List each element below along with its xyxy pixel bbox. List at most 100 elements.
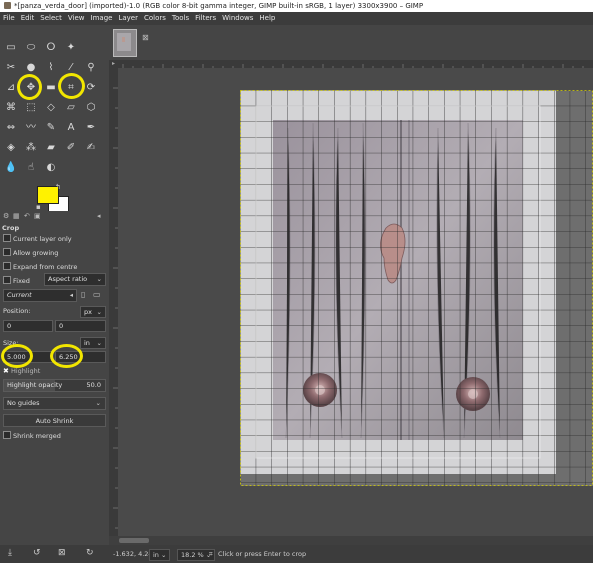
image-tab-thumbnail[interactable] (113, 29, 137, 57)
fixed-mode-select[interactable]: Aspect ratio ⌄ (44, 273, 106, 286)
position-x-input[interactable]: 0 (3, 320, 53, 332)
fixed-option[interactable]: Fixed (3, 276, 30, 285)
fixed-mode-value: Aspect ratio (48, 275, 88, 283)
align-icon[interactable]: ▬ (44, 81, 58, 95)
menu-file[interactable]: File (0, 12, 18, 25)
cage-icon[interactable]: ◇ (44, 101, 58, 115)
expand-from-centre-option[interactable]: Expand from centre (3, 262, 77, 271)
save-options-icon[interactable]: ⤓ (8, 548, 12, 558)
current-layer-only-label: Current layer only (13, 235, 72, 243)
tool-options-tab-icon[interactable]: ⚙ (3, 212, 9, 220)
close-tab-icon[interactable]: ⊠ (142, 33, 149, 42)
text-icon[interactable]: A (64, 121, 78, 135)
shrink-merged-option[interactable]: Shrink merged (3, 431, 61, 440)
current-layer-only-checkbox[interactable] (3, 234, 11, 242)
horizontal-scrollbar[interactable] (109, 536, 593, 545)
menu-tools[interactable]: Tools (169, 12, 192, 25)
clear-icon[interactable]: ◂ (70, 290, 73, 301)
device-status-tab-icon[interactable]: ▦ (13, 212, 20, 220)
paths-tool-icon[interactable]: ✎ (44, 121, 58, 135)
reset-options-icon[interactable]: ↻ (86, 548, 94, 558)
restore-options-icon[interactable]: ↺ (33, 548, 41, 558)
highlight-option[interactable]: ✖ Highlight (3, 367, 40, 375)
blur-icon[interactable]: 💧 (4, 161, 18, 175)
image-canvas[interactable] (118, 68, 593, 536)
window-title-bar: *[panza_verda_door] (imported)-1.0 (RGB … (0, 0, 593, 12)
highlight-opacity-value: 50.0 (86, 381, 101, 389)
guides-value: No guides (7, 399, 40, 407)
size-unit-value: in (84, 339, 90, 347)
zoom-icon[interactable]: ⚲ (84, 61, 98, 75)
position-y-input[interactable]: 0 (55, 320, 106, 332)
aspect-ratio-input[interactable]: Current ◂ (3, 289, 77, 302)
status-message: Click or press Enter to crop (218, 550, 307, 558)
dodge-icon[interactable]: ◐ (44, 161, 58, 175)
quick-mask-corner-icon[interactable]: ▸ (109, 60, 118, 68)
checkmark-icon[interactable]: ✖ (3, 367, 9, 375)
size-width-highlight (1, 344, 33, 368)
auto-shrink-button[interactable]: Auto Shrink (3, 414, 106, 427)
allow-growing-option[interactable]: Allow growing (3, 248, 58, 257)
measure-icon[interactable]: ⊿ (4, 81, 18, 95)
dock-bottom-bar: ⤓ ↺ ⊠ ↻ (0, 545, 109, 563)
foreground-select-icon[interactable]: ● (24, 61, 38, 75)
fuzzy-select-icon[interactable]: ✦ (64, 41, 78, 55)
lasso-icon[interactable]: ⵔ (44, 41, 58, 55)
allow-growing-checkbox[interactable] (3, 248, 11, 256)
menu-edit[interactable]: Edit (18, 12, 38, 25)
guides-select[interactable]: No guides ⌄ (3, 397, 106, 410)
flip-icon[interactable]: ⇔ (4, 121, 18, 135)
menu-colors[interactable]: Colors (141, 12, 169, 25)
fixed-checkbox[interactable] (3, 276, 11, 284)
warp-icon[interactable]: ⌘ (4, 101, 18, 115)
menu-windows[interactable]: Windows (219, 12, 256, 25)
aspect-ratio-value: Current (7, 291, 32, 299)
undo-history-tab-icon[interactable]: ↶ (24, 212, 30, 220)
pencil-icon[interactable]: ✐ (64, 141, 78, 155)
ink-icon[interactable]: ✍ (84, 141, 98, 155)
default-colors-icon[interactable]: ▪ (36, 203, 41, 211)
bucket-fill-icon[interactable]: ◈ (4, 141, 18, 155)
paths-icon[interactable]: ⌇ (44, 61, 58, 75)
scrollbar-thumb[interactable] (119, 538, 149, 543)
landscape-icon[interactable]: ▭ (93, 290, 101, 299)
paintbrush-icon[interactable]: ✒ (84, 121, 98, 135)
menu-help[interactable]: Help (256, 12, 278, 25)
menu-image[interactable]: Image (88, 12, 116, 25)
smudge-icon[interactable]: ☝ (24, 161, 38, 175)
scissors-icon[interactable]: ✂ (4, 61, 18, 75)
handle-transform-icon[interactable]: ⬚ (24, 101, 38, 115)
shrink-merged-label: Shrink merged (13, 432, 61, 440)
crop-status-icon: ⌗ (209, 550, 213, 558)
menu-select[interactable]: Select (37, 12, 65, 25)
3d-transform-icon[interactable]: ⬡ (84, 101, 98, 115)
highlight-label: Highlight (10, 367, 41, 375)
size-unit-select[interactable]: in ⌄ (80, 337, 106, 349)
airbrush-icon[interactable]: ⁂ (24, 141, 38, 155)
allow-growing-label: Allow growing (13, 249, 59, 257)
perspective-icon[interactable]: ▱ (64, 101, 78, 115)
portrait-icon[interactable]: ▯ (81, 290, 85, 299)
tool-options-title: Crop (2, 224, 20, 232)
shrink-merged-checkbox[interactable] (3, 431, 11, 439)
unit-value: in (153, 551, 159, 559)
menu-view[interactable]: View (65, 12, 88, 25)
unit-select[interactable]: in ⌄ (149, 549, 171, 561)
fixed-label: Fixed (13, 277, 30, 285)
warp-transform-icon[interactable]: 〰 (24, 121, 38, 135)
highlight-opacity-slider[interactable]: Highlight opacity 50.0 (3, 379, 106, 392)
rect-select-icon[interactable]: ▭ (4, 41, 18, 55)
ellipse-select-icon[interactable]: ⬭ (24, 41, 38, 55)
images-tab-icon[interactable]: ▣ (34, 212, 41, 220)
expand-from-centre-checkbox[interactable] (3, 262, 11, 270)
menu-layer[interactable]: Layer (115, 12, 141, 25)
unified-transform-icon[interactable]: ⟳ (84, 81, 98, 95)
swap-colors-icon[interactable]: ↰ (55, 183, 61, 191)
position-unit-select[interactable]: px ⌄ (80, 306, 106, 318)
delete-options-icon[interactable]: ⊠ (58, 548, 66, 558)
panel-menu-icon[interactable]: ◂ (97, 212, 101, 220)
menu-filters[interactable]: Filters (192, 12, 219, 25)
zoom-value: 18.2 % (181, 551, 204, 559)
eraser-icon[interactable]: ▰ (44, 141, 58, 155)
current-layer-only-option[interactable]: Current layer only (3, 234, 72, 243)
